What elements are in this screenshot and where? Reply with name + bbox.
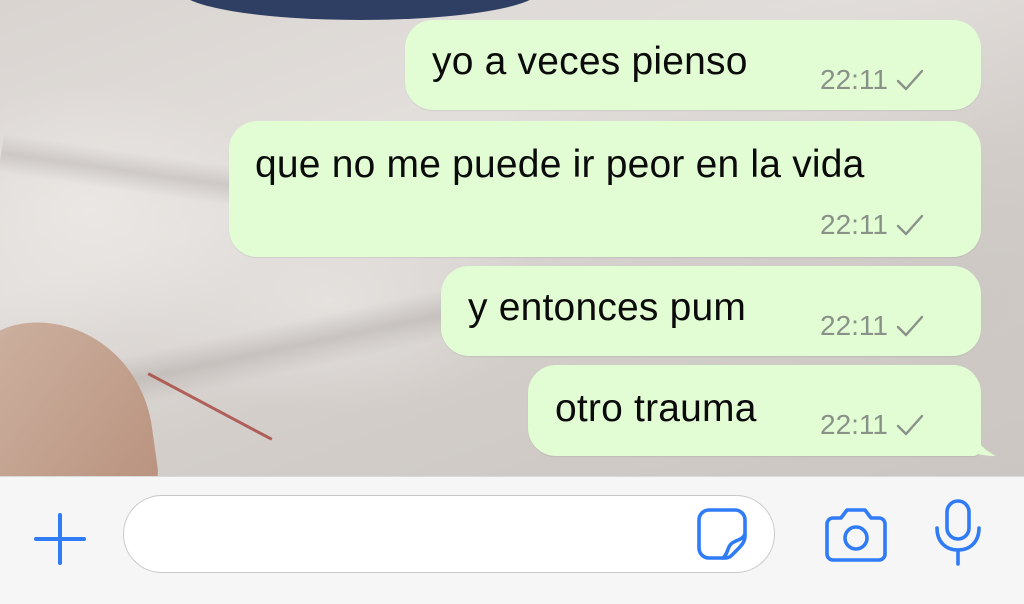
message-bubble[interactable]: y entonces pum 22:11 <box>441 266 981 356</box>
single-check-icon <box>896 414 924 436</box>
message-time: 22:11 <box>820 209 888 240</box>
message-text: que no me puede ir peor en la vida <box>255 143 865 186</box>
message-input[interactable] <box>123 495 775 573</box>
wallpaper-shape <box>180 0 540 20</box>
plus-icon <box>34 513 86 565</box>
message-time: 22:11 <box>820 310 888 341</box>
bubble-tail <box>968 418 996 456</box>
camera-icon[interactable] <box>823 504 889 564</box>
microphone-icon[interactable] <box>930 498 986 570</box>
message-text: y entonces pum <box>468 286 747 329</box>
attach-button[interactable] <box>30 509 90 569</box>
message-bubble[interactable]: yo a veces pienso 22:11 <box>405 20 981 110</box>
message-time: 22:11 <box>820 64 888 95</box>
wallpaper-shape <box>0 307 163 476</box>
message-text: yo a veces pienso <box>432 40 748 83</box>
single-check-icon <box>896 315 924 337</box>
message-time: 22:11 <box>820 409 888 440</box>
message-bubble[interactable]: otro trauma 22:11 <box>528 365 981 456</box>
wallpaper-shape <box>0 133 242 207</box>
message-bubble[interactable]: que no me puede ir peor en la vida 22:11 <box>229 121 981 257</box>
single-check-icon <box>896 69 924 91</box>
message-meta: 22:11 <box>820 209 924 241</box>
single-check-icon <box>896 214 924 236</box>
message-text: otro trauma <box>555 387 757 430</box>
message-meta: 22:11 <box>820 64 924 96</box>
sticker-icon[interactable] <box>695 506 749 560</box>
message-meta: 22:11 <box>820 409 924 441</box>
message-meta: 22:11 <box>820 310 924 342</box>
